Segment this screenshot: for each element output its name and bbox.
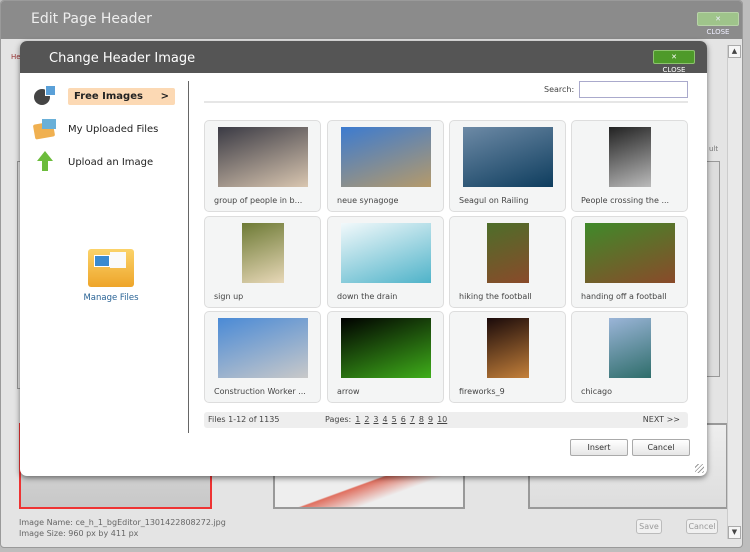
uploaded-files-icon — [32, 118, 58, 140]
image-card[interactable]: fireworks_9 — [449, 311, 566, 403]
pages-label: Pages: — [325, 415, 352, 424]
image-label: neue synagoge — [337, 196, 399, 205]
page-link[interactable]: 9 — [428, 415, 433, 424]
image-label: sign up — [214, 292, 244, 301]
manage-files-link[interactable]: Manage Files — [76, 249, 146, 303]
image-card[interactable]: down the drain — [327, 216, 444, 308]
nav-my-uploaded-files[interactable]: My Uploaded Files — [32, 118, 159, 140]
file-count: Files 1-12 of 1135 — [208, 415, 280, 424]
image-card[interactable]: sign up — [204, 216, 321, 308]
cancel-button[interactable]: Cancel — [632, 439, 690, 456]
image-thumbnail[interactable] — [217, 127, 308, 187]
image-label: chicago — [581, 387, 612, 396]
folder-icon — [88, 249, 134, 287]
page-link[interactable]: 7 — [410, 415, 415, 424]
image-label: fireworks_9 — [459, 387, 505, 396]
manage-files-label: Manage Files — [83, 293, 139, 303]
image-card[interactable]: Seagul on Railing — [449, 120, 566, 212]
image-thumbnail[interactable] — [217, 318, 308, 378]
next-page-link[interactable]: NEXT >> — [643, 412, 680, 428]
outer-cancel-button[interactable]: Cancel — [686, 519, 718, 534]
insert-button[interactable]: Insert — [570, 439, 628, 456]
outer-close-button[interactable]: ✕ CLOSE — [697, 12, 739, 36]
image-card[interactable]: group of people in b... — [204, 120, 321, 212]
save-button[interactable]: Save — [636, 519, 662, 534]
image-card[interactable]: neue synagoge — [327, 120, 444, 212]
image-label: down the drain — [337, 292, 398, 301]
image-card[interactable]: Construction Worker ... — [204, 311, 321, 403]
image-thumbnail[interactable] — [340, 318, 431, 378]
image-thumbnail[interactable] — [584, 223, 675, 283]
pager-bar: Files 1-12 of 1135 Pages: 1 2 3 4 5 6 7 8 9 10 NEX… — [204, 412, 688, 428]
image-label: arrow — [337, 387, 360, 396]
image-thumbnail[interactable] — [486, 223, 529, 283]
image-thumbnail[interactable] — [486, 318, 529, 378]
page-link[interactable]: 4 — [383, 415, 388, 424]
image-card[interactable]: chicago — [571, 311, 688, 403]
separator — [204, 101, 688, 103]
chevron-right-icon: > — [160, 90, 169, 102]
nav-free-images[interactable]: Free Images > — [34, 85, 175, 107]
scroll-up-icon[interactable]: ▲ — [728, 45, 741, 58]
image-thumbnail[interactable] — [340, 223, 431, 283]
change-header-image-dialog: Change Header Image ✕ CLOSE Free Images >… — [20, 41, 707, 476]
resize-grip-icon[interactable] — [695, 464, 704, 473]
image-label: Seagul on Railing — [459, 196, 529, 205]
sidebar-divider — [188, 81, 189, 433]
image-label: handing off a football — [581, 292, 667, 301]
outer-dialog-title: Edit Page Header — [31, 11, 152, 27]
free-images-icon — [34, 85, 58, 107]
scroll-down-icon[interactable]: ▼ — [728, 526, 741, 539]
dialog-title: Change Header Image — [49, 51, 196, 66]
image-label: hiking the football — [459, 292, 532, 301]
image-name: Image Name: ce_h_1_bgEditor_130142280827… — [19, 518, 226, 527]
image-thumbnail[interactable] — [241, 223, 284, 283]
image-thumbnail[interactable] — [462, 127, 553, 187]
image-thumbnail[interactable] — [608, 318, 651, 378]
image-size: Image Size: 960 px by 411 px — [19, 529, 139, 538]
nav-label: My Uploaded Files — [68, 123, 159, 135]
nav-upload-image[interactable]: Upload an Image — [34, 151, 153, 173]
search-input[interactable] — [579, 81, 688, 98]
image-card[interactable]: People crossing the ... — [571, 120, 688, 212]
page-link[interactable]: 5 — [392, 415, 397, 424]
image-card[interactable]: handing off a football — [571, 216, 688, 308]
bg-panel-scrollbar[interactable] — [706, 161, 720, 377]
nav-label: Upload an Image — [68, 156, 154, 168]
nav-label: Free Images — [74, 90, 143, 102]
page-link[interactable]: 6 — [401, 415, 406, 424]
image-thumbnail[interactable] — [608, 127, 651, 187]
page-link[interactable]: 1 — [355, 415, 360, 424]
image-info: Image Name: ce_h_1_bgEditor_130142280827… — [19, 517, 226, 539]
image-thumbnail[interactable] — [340, 127, 431, 187]
image-card[interactable]: hiking the football — [449, 216, 566, 308]
outer-scrollbar[interactable]: ▲ ▼ — [727, 45, 742, 539]
page-link[interactable]: 8 — [419, 415, 424, 424]
dialog-close-button[interactable]: ✕ CLOSE — [653, 50, 695, 74]
page-link[interactable]: 3 — [373, 415, 378, 424]
image-label: People crossing the ... — [581, 196, 670, 205]
image-card[interactable]: arrow — [327, 311, 444, 403]
image-label: Construction Worker ... — [214, 387, 306, 396]
page-links: Pages: 1 2 3 4 5 6 7 8 9 10 — [325, 412, 447, 428]
upload-arrow-icon — [34, 151, 58, 173]
image-label: group of people in b... — [214, 196, 303, 205]
search-label: Search: — [544, 85, 575, 94]
page-link[interactable]: 2 — [364, 415, 369, 424]
page-link[interactable]: 10 — [437, 415, 447, 424]
outer-partial-right: ult — [709, 145, 719, 153]
